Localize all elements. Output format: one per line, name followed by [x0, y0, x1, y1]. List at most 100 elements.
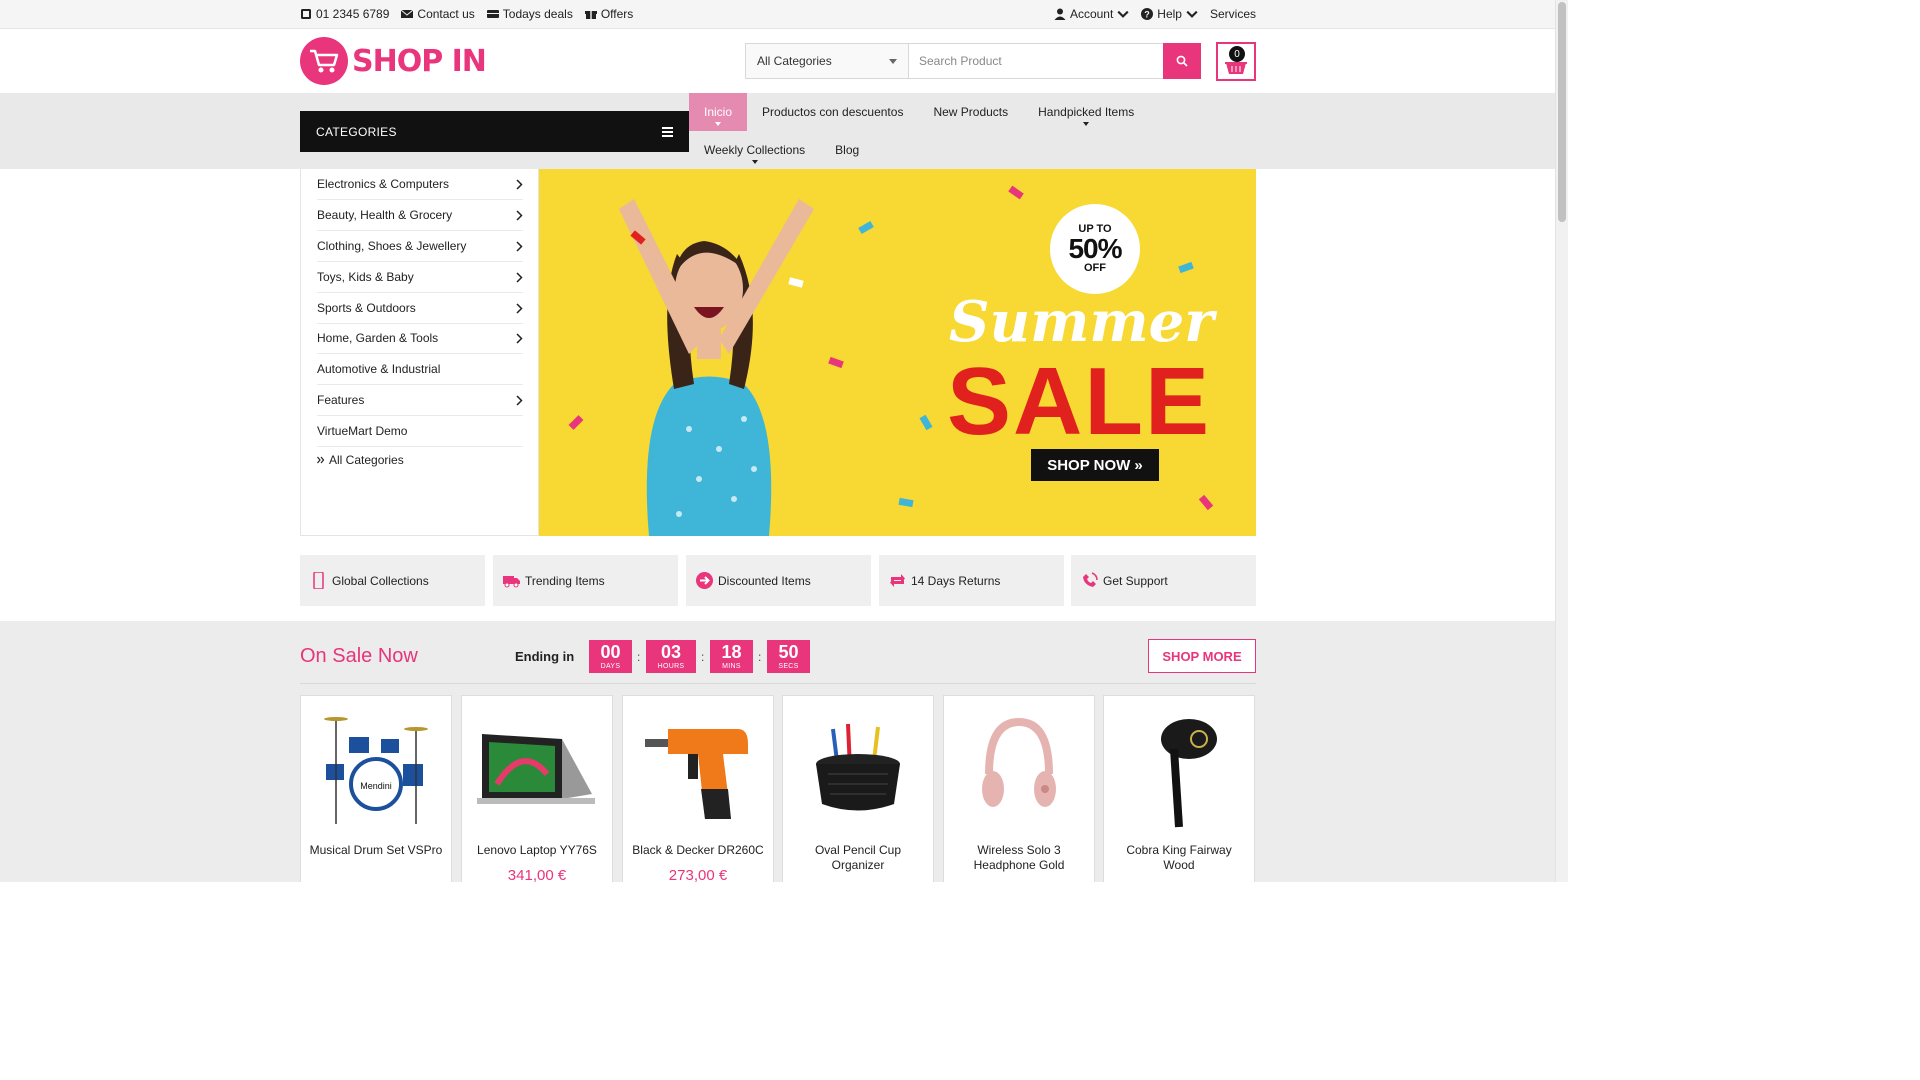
countdown-separator: : [758, 650, 762, 664]
search-input[interactable] [909, 44, 1163, 78]
feature-get-support[interactable]: Get Support [1071, 555, 1256, 606]
menu-item-new-products[interactable]: New Products [918, 93, 1023, 131]
chevron-down-icon [1186, 10, 1198, 18]
product-card[interactable]: Black & Decker DR260C 273,00 € [622, 695, 774, 882]
feature-14-days-returns[interactable]: 14 Days Returns [879, 555, 1064, 606]
menu-icon [662, 126, 673, 137]
search-icon [1176, 55, 1188, 67]
caret-down-icon [889, 58, 897, 64]
top-bar: 01 2345 6789 Contact us Todays deals Off… [0, 0, 1555, 29]
search-button[interactable] [1163, 43, 1201, 79]
banner-summer-text: Summer [949, 289, 1214, 355]
double-chevron-right-icon [317, 456, 325, 464]
divider [300, 683, 1256, 684]
product-card[interactable]: Oval Pencil Cup Organizer [782, 695, 934, 882]
services-link[interactable]: Services [1210, 7, 1256, 21]
feature-global-collections[interactable]: Global Collections [300, 555, 485, 606]
chevron-right-icon [516, 394, 523, 406]
product-card[interactable]: Cobra King Fairway Wood [1103, 695, 1255, 882]
sidebar-all-categories[interactable]: All Categories [317, 453, 404, 467]
feature-trending-items[interactable]: Trending Items [493, 555, 678, 606]
retweet-icon [890, 574, 905, 587]
countdown-separator: : [637, 650, 641, 664]
product-name[interactable]: Black & Decker DR260C [629, 843, 767, 858]
product-card[interactable]: Lenovo Laptop YY76S 341,00 € [461, 695, 613, 882]
caret-down-icon [1083, 122, 1090, 126]
phone-icon [301, 9, 311, 19]
headphone-image [959, 706, 1079, 831]
sidebar-item-automotive[interactable]: Automotive & Industrial [317, 354, 523, 385]
chevron-right-icon [516, 209, 523, 221]
banner-shop-now-button[interactable]: SHOP NOW » [1031, 449, 1159, 481]
contact-link[interactable]: Contact us [401, 7, 475, 21]
page-scrollbar[interactable] [1555, 0, 1568, 882]
category-select[interactable]: All Categories [746, 44, 909, 78]
main-menu: Inicio Productos con descuentos New Prod… [689, 93, 1256, 169]
arrow-circle-right-icon [696, 572, 713, 589]
sidebar-item-virtuemart-demo[interactable]: VirtueMart Demo [317, 416, 523, 447]
gift-icon [584, 11, 597, 19]
category-sidebar: Electronics & Computers Beauty, Health &… [300, 169, 539, 536]
phone-link[interactable]: 01 2345 6789 [300, 7, 389, 21]
sidebar-item-toys[interactable]: Toys, Kids & Baby [317, 262, 523, 293]
product-card[interactable]: Wireless Solo 3 Headphone Gold [943, 695, 1095, 882]
feature-discounted-items[interactable]: Discounted Items [686, 555, 871, 606]
sidebar-item-electronics[interactable]: Electronics & Computers [317, 169, 523, 200]
chevron-right-icon [516, 178, 523, 190]
menu-item-weekly-collections[interactable]: Weekly Collections [689, 131, 820, 169]
chevron-right-icon [516, 240, 523, 252]
confetti [858, 220, 874, 235]
product-card[interactable]: Mendini Musical Drum Set VSPro [300, 695, 452, 882]
product-name[interactable]: Wireless Solo 3 Headphone Gold [950, 843, 1088, 873]
account-menu[interactable]: Account [1054, 7, 1129, 21]
summer-sale-banner[interactable]: UP TO 50% OFF Summer SALE SHOP NOW » [539, 169, 1256, 536]
confetti [919, 414, 933, 431]
sidebar-item-beauty[interactable]: Beauty, Health & Grocery [317, 200, 523, 231]
product-price: 341,00 € [507, 867, 567, 882]
logo[interactable]: SHOP IN [300, 37, 487, 85]
drill-image [638, 706, 758, 831]
offers-link[interactable]: Offers [584, 7, 633, 21]
mobile-icon [313, 572, 324, 589]
product-name[interactable]: Cobra King Fairway Wood [1110, 843, 1248, 873]
user-icon [1054, 8, 1066, 20]
truck-icon [486, 10, 499, 18]
sidebar-item-clothing[interactable]: Clothing, Shoes & Jewellery [317, 231, 523, 262]
help-menu[interactable]: ? Help [1141, 7, 1198, 21]
cart-logo-icon [300, 37, 348, 85]
question-icon: ? [1141, 8, 1154, 20]
caret-down-icon [751, 160, 758, 164]
pencil-cup-image [798, 706, 918, 831]
chevron-right-icon [516, 302, 523, 314]
categories-toggle[interactable]: CATEGORIES [300, 111, 689, 152]
sidebar-item-home-garden[interactable]: Home, Garden & Tools [317, 323, 523, 354]
menu-item-handpicked[interactable]: Handpicked Items [1023, 93, 1149, 131]
woman-illustration [619, 199, 814, 536]
menu-item-inicio[interactable]: Inicio [689, 93, 748, 131]
cart-button[interactable]: 0 [1216, 42, 1256, 81]
envelope-icon [401, 9, 414, 18]
countdown-mins: 18 MINS [710, 640, 753, 673]
menu-item-blog[interactable]: Blog [820, 131, 874, 169]
product-name[interactable]: Oval Pencil Cup Organizer [789, 843, 927, 873]
svg-text:Mendini: Mendini [360, 781, 392, 791]
phone-volume-icon [1083, 572, 1098, 587]
product-name[interactable]: Musical Drum Set VSPro [307, 843, 445, 858]
confetti [1008, 185, 1024, 200]
menu-item-descuentos[interactable]: Productos con descuentos [747, 93, 918, 131]
confetti [1198, 494, 1214, 511]
shop-more-button[interactable]: SHOP MORE [1148, 639, 1256, 673]
drum-set-image: Mendini [316, 706, 436, 831]
countdown-secs: 50 SECS [767, 640, 810, 673]
sidebar-item-features[interactable]: Features [317, 385, 523, 416]
sidebar-item-sports[interactable]: Sports & Outdoors [317, 293, 523, 324]
banner-sale-text: SALE [947, 348, 1212, 455]
chevron-down-icon [1117, 10, 1129, 18]
deals-link[interactable]: Todays deals [486, 7, 573, 21]
product-name[interactable]: Lenovo Laptop YY76S [468, 843, 606, 858]
scrollbar-thumb[interactable] [1558, 2, 1566, 222]
basket-icon [1225, 62, 1247, 74]
laptop-image [477, 706, 597, 831]
on-sale-title: On Sale Now [300, 645, 418, 667]
discount-badge: UP TO 50% OFF [1050, 204, 1140, 294]
